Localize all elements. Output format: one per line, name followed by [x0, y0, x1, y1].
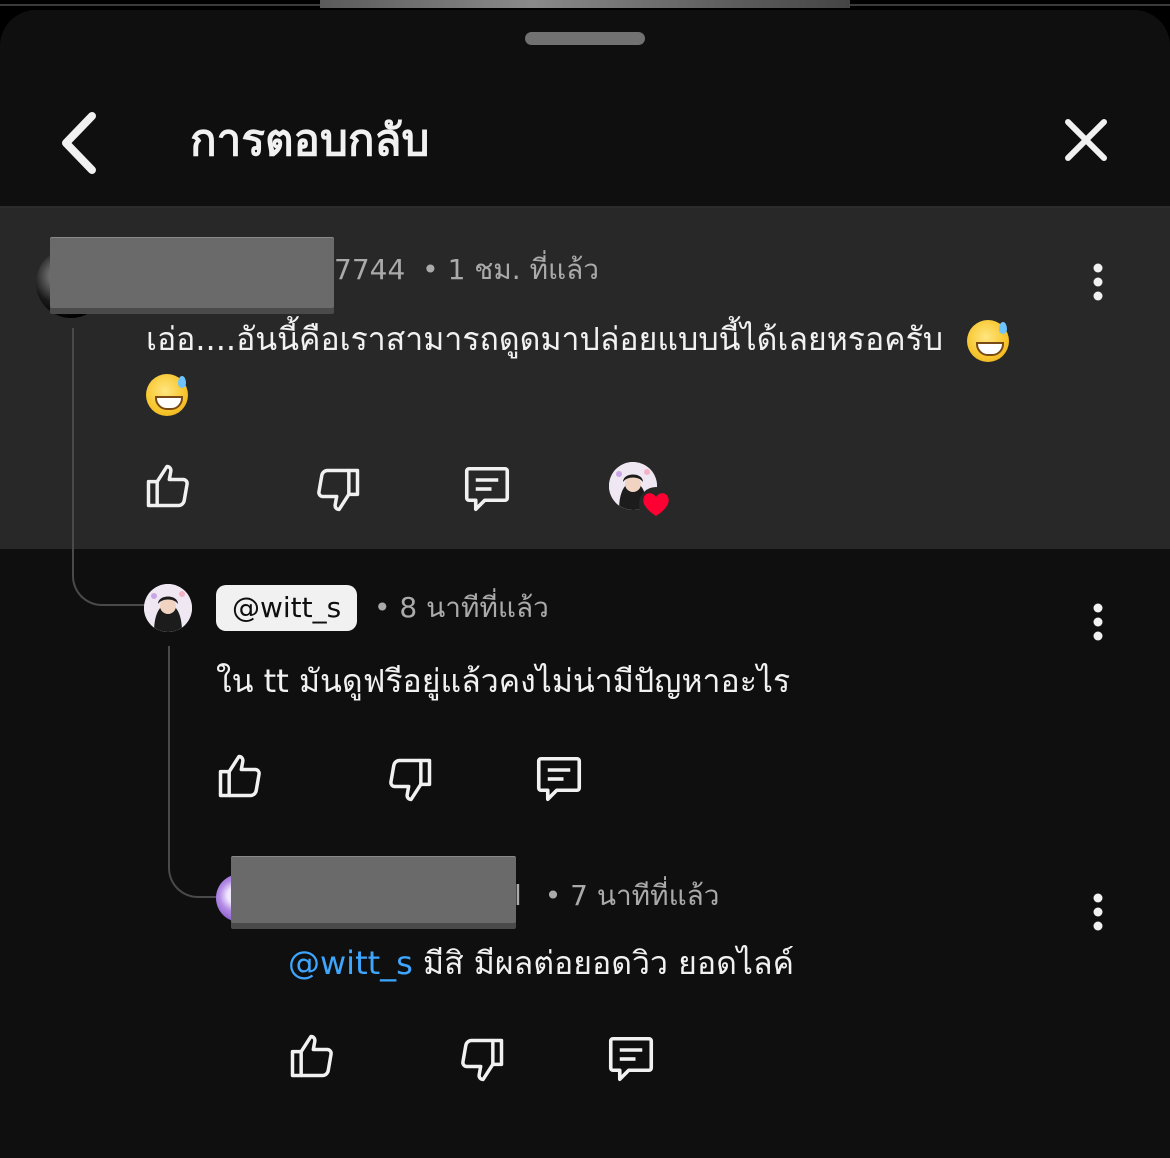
chevron-left-icon — [62, 112, 96, 174]
comment-text: @witt_s มีสิ มีผลต่อยอดวิว ยอดไลค์ — [288, 934, 1078, 992]
video-preview — [320, 0, 850, 8]
grinning-sweat-emoji-icon — [146, 374, 188, 416]
replies-sheet: การตอบกลับ 7744 • 1 ชม. ที่แล้ว เอ่อ....… — [0, 10, 1170, 1158]
comment-time: • 1 ชม. ที่แล้ว — [422, 253, 599, 286]
creator-heart-badge — [638, 486, 674, 522]
avatar-image — [144, 584, 192, 632]
more-vert-icon — [1093, 893, 1103, 931]
thumbs-down-icon — [317, 468, 360, 512]
progress-track-right — [850, 4, 1170, 6]
reply-button[interactable] — [532, 752, 586, 806]
dislike-button[interactable] — [456, 1034, 508, 1086]
comment-text-content: มีสิ มีผลต่อยอดวิว ยอดไลค์ — [412, 944, 794, 982]
back-button[interactable] — [50, 110, 110, 176]
thumbs-down-icon — [461, 1038, 504, 1082]
grinning-sweat-emoji-icon — [967, 320, 1010, 362]
more-options-button[interactable] — [1083, 890, 1113, 934]
comment-text-emoji-line — [146, 374, 188, 416]
comment-text: ใน tt มันดูฟรีอยู่แล้วคงไม่น่ามีปัญหาอะไ… — [216, 662, 791, 700]
like-button[interactable] — [286, 1030, 338, 1082]
more-options-button[interactable] — [1083, 260, 1113, 304]
redaction-box — [231, 857, 516, 923]
dislike-button[interactable] — [384, 754, 436, 806]
comment-meta: l • 7 นาทีที่แล้ว — [514, 876, 720, 916]
close-button[interactable] — [1056, 110, 1116, 170]
thumbs-up-icon — [218, 754, 261, 798]
like-button[interactable] — [142, 460, 194, 512]
avatar[interactable] — [144, 584, 192, 632]
comment-time: • 7 นาทีที่แล้ว — [544, 879, 720, 912]
more-vert-icon — [1093, 263, 1103, 301]
mention-link[interactable]: @witt_s — [288, 944, 413, 982]
thumbs-up-icon — [146, 464, 189, 508]
more-vert-icon — [1093, 603, 1103, 641]
dislike-button[interactable] — [312, 464, 364, 516]
comment-icon — [464, 466, 510, 512]
like-button[interactable] — [214, 750, 266, 802]
heart-icon — [639, 487, 673, 521]
comment-time: • 8 นาทีที่แล้ว — [374, 591, 549, 624]
author-handle-suffix[interactable]: 7744 — [334, 253, 405, 286]
page-title: การตอบกลับ — [190, 115, 430, 166]
progress-track-left — [0, 4, 320, 6]
close-icon — [1065, 119, 1107, 161]
comment-text: เอ่อ....อันนี้คือเราสามารถดูดมาปล่อยแบบน… — [146, 310, 1086, 368]
creator-handle-chip[interactable]: @witt_s — [216, 585, 358, 631]
drag-handle[interactable] — [525, 32, 645, 45]
sheet-header: การตอบกลับ — [0, 70, 1170, 206]
thumbs-up-icon — [290, 1034, 333, 1078]
video-strip — [0, 0, 1170, 10]
comment-meta: 7744 • 1 ชม. ที่แล้ว — [334, 250, 599, 290]
reply-button[interactable] — [460, 462, 514, 516]
reply-button[interactable] — [604, 1032, 658, 1086]
thumbs-down-icon — [389, 758, 432, 802]
comment-text-content: เอ่อ....อันนี้คือเราสามารถดูดมาปล่อยแบบน… — [146, 320, 944, 358]
redaction-box — [50, 238, 334, 308]
author-handle-suffix[interactable]: l — [514, 879, 522, 912]
reply-comment-2: l • 7 นาทีที่แล้ว @witt_s มีสิ มีผลต่อยอ… — [0, 850, 1170, 1158]
more-options-button[interactable] — [1083, 600, 1113, 644]
parent-comment: 7744 • 1 ชม. ที่แล้ว เอ่อ....อันนี้คือเร… — [0, 208, 1170, 549]
comment-icon — [608, 1036, 654, 1082]
comment-icon — [536, 756, 582, 802]
